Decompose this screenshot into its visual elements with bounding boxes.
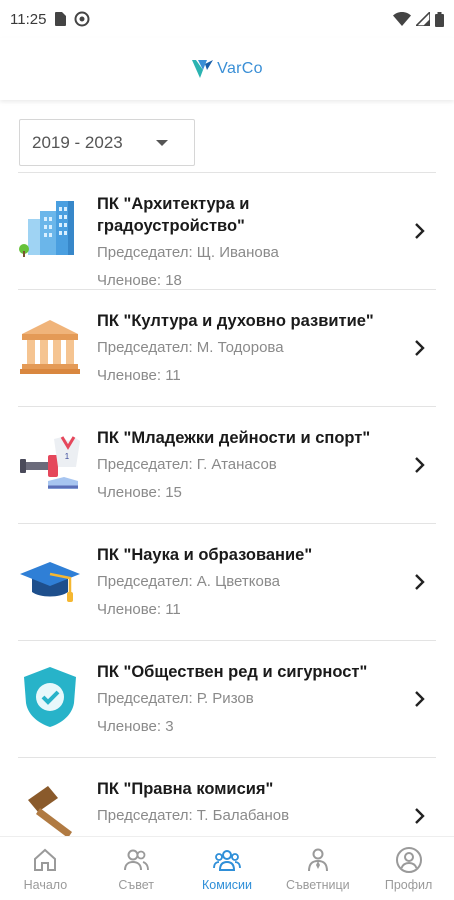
logo-text: VarCo (217, 60, 263, 77)
shield-check-icon (24, 667, 76, 727)
commission-item[interactable]: ПК "Правна комисия" Председател: Т. Бала… (18, 757, 436, 836)
commission-item[interactable]: 1 ПК "Младежки дейности и спорт" Председ… (18, 406, 436, 523)
nav-label: Съвет (118, 877, 154, 892)
wifi-icon (393, 12, 411, 26)
commission-title: ПК "Правна комисия" (97, 780, 274, 798)
commission-chair: Председател: Р. Ризов (97, 690, 254, 707)
nav-label: Съветници (285, 877, 350, 892)
graduation-cap-icon (20, 562, 80, 602)
nav-item-home[interactable]: Начало (0, 837, 91, 900)
commission-item[interactable]: ПК "Архитектура и градоустройство" Предс… (18, 172, 436, 289)
chevron-right-icon (415, 457, 425, 473)
home-icon (34, 848, 57, 871)
chevron-right-icon (415, 223, 425, 239)
commission-members: Членове: 11 (97, 367, 181, 384)
chevron-right-icon (415, 691, 425, 707)
commission-item[interactable]: ПК "Култура и духовно развитие" Председа… (18, 289, 436, 406)
commission-title: ПК "Обществен ред и сигурност" (97, 663, 368, 681)
commission-members: Членове: 18 (97, 272, 182, 289)
app-header: VarCo (0, 38, 454, 100)
commission-chair: Председател: Т. Балабанов (97, 807, 290, 824)
commission-title: ПК "Младежки дейности и спорт" (97, 429, 371, 447)
nav-item-councilors[interactable]: Съветници (272, 837, 363, 900)
profile-icon (395, 846, 422, 873)
commissions-icon (213, 849, 241, 871)
city-buildings-icon (19, 201, 74, 257)
nav-item-profile[interactable]: Профил (363, 837, 454, 900)
gavel-icon (28, 786, 72, 836)
signal-icon (416, 12, 430, 26)
commission-chair: Председател: А. Цветкова (97, 573, 280, 590)
commission-item[interactable]: ПК "Обществен ред и сигурност" Председат… (18, 640, 436, 757)
battery-icon (435, 11, 444, 27)
commission-item[interactable]: ПК "Наука и образование" Председател: А.… (18, 523, 436, 640)
nav-item-council[interactable]: Съвет (91, 837, 182, 900)
sports-icon: 1 (20, 436, 80, 489)
nav-item-commissions[interactable]: Комисии (182, 837, 273, 900)
commission-title: ПК "Архитектура и градоустройство" (97, 195, 250, 235)
chevron-right-icon (415, 340, 425, 356)
chevron-right-icon (415, 574, 425, 590)
commission-title: ПК "Наука и образование" (97, 546, 313, 564)
varco-logo-mark-icon (192, 60, 214, 78)
bottom-nav: Начало Съвет Комисии Съветници Профил (0, 836, 454, 900)
commission-chair: Председател: Г. Атанасов (97, 456, 277, 473)
commissions-list: ПК "Архитектура и градоустройство" Предс… (18, 172, 436, 836)
commission-chair: Председател: М. Тодорова (97, 339, 284, 356)
svg-text:1: 1 (65, 452, 70, 461)
commission-members: Членове: 3 (97, 718, 174, 735)
period-select-value: 2019 - 2023 (32, 132, 123, 152)
commission-members: Членове: 15 (97, 484, 182, 501)
sim-card-icon (55, 12, 67, 26)
chevron-right-icon (415, 808, 425, 824)
commission-chair: Председател: Щ. Иванова (97, 244, 279, 261)
museum-building-icon (20, 320, 80, 374)
commission-members: Членове: 11 (97, 601, 181, 618)
group-icon (124, 849, 150, 870)
nav-label: Начало (23, 877, 68, 892)
status-bar: 11:25 (0, 0, 454, 38)
nav-label: Профил (384, 877, 433, 892)
nav-label: Комисии (201, 877, 252, 892)
varco-logo: VarCo (191, 58, 263, 80)
period-select[interactable]: 2019 - 2023 (19, 119, 195, 166)
commission-title: ПК "Култура и духовно развитие" (97, 312, 374, 330)
status-time: 11:25 (10, 10, 47, 28)
dropdown-caret-icon (156, 139, 168, 146)
sync-icon (74, 11, 90, 27)
councilor-icon (307, 848, 328, 871)
